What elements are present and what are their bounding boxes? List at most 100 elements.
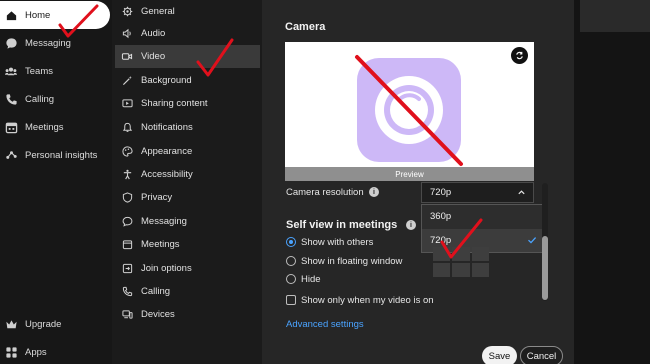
bell-icon bbox=[121, 122, 133, 134]
radio-label: Hide bbox=[301, 273, 321, 285]
nav-item-label: Meetings bbox=[25, 121, 64, 133]
category-label: Messaging bbox=[141, 216, 187, 227]
home-icon bbox=[4, 8, 18, 22]
nav-item-personal-insights[interactable]: Personal insights bbox=[0, 141, 110, 169]
speaker-icon bbox=[121, 28, 133, 40]
right-pane-header bbox=[580, 0, 650, 32]
category-label: Meetings bbox=[141, 239, 180, 250]
category-video[interactable]: Video bbox=[115, 45, 260, 68]
category-meetings[interactable]: Meetings bbox=[115, 233, 260, 256]
preview-cross-out-mark bbox=[355, 55, 463, 166]
category-messaging[interactable]: Messaging bbox=[115, 210, 260, 233]
category-audio[interactable]: Audio bbox=[115, 22, 260, 45]
chevron-up-icon bbox=[517, 188, 526, 200]
option-label: 720p bbox=[430, 235, 452, 246]
phone-icon bbox=[121, 286, 133, 298]
nav-item-label: Home bbox=[25, 9, 51, 21]
scrollbar-thumb[interactable] bbox=[542, 236, 548, 300]
nav-item-label: Upgrade bbox=[25, 318, 62, 330]
resolution-option-360p[interactable]: 360p bbox=[422, 205, 547, 228]
category-label: Video bbox=[141, 51, 166, 62]
wand-icon bbox=[121, 75, 133, 87]
radio-button[interactable] bbox=[286, 256, 296, 266]
radio-hide[interactable]: Hide bbox=[286, 272, 321, 286]
nav-item-label: Teams bbox=[25, 65, 53, 77]
category-label: Join options bbox=[141, 263, 192, 274]
chat-icon bbox=[121, 216, 133, 228]
radio-label: Show in floating window bbox=[301, 255, 403, 267]
category-appearance[interactable]: Appearance bbox=[115, 140, 260, 163]
category-label: Background bbox=[141, 75, 192, 86]
devices-icon bbox=[121, 309, 133, 321]
camera-section-title: Camera bbox=[285, 21, 326, 33]
checkbox-label: Show only when my video is on bbox=[301, 294, 434, 306]
checkmark-icon bbox=[527, 235, 537, 248]
radio-show-in-floating-window[interactable]: Show in floating window bbox=[286, 254, 402, 268]
radio-button[interactable] bbox=[286, 274, 296, 284]
camera-resolution-label: Camera resolution bbox=[286, 187, 364, 198]
nav-item-label: Personal insights bbox=[25, 149, 98, 161]
shield-icon bbox=[121, 192, 133, 204]
flip-camera-button[interactable] bbox=[511, 47, 528, 64]
nav-item-upgrade[interactable]: Upgrade bbox=[0, 310, 110, 338]
category-join-options[interactable]: Join options bbox=[115, 257, 260, 280]
category-label: Notifications bbox=[141, 122, 193, 133]
category-label: Privacy bbox=[141, 192, 173, 203]
category-calling[interactable]: Calling bbox=[115, 280, 260, 303]
calendar-icon bbox=[4, 120, 18, 134]
nav-item-meetings[interactable]: Meetings bbox=[0, 113, 110, 141]
save-button[interactable]: Save bbox=[482, 346, 517, 364]
nav-item-messaging[interactable]: Messaging bbox=[0, 29, 110, 57]
self-view-title: Self view in meetings bbox=[286, 219, 398, 231]
camera-resolution-select[interactable]: 720p bbox=[421, 182, 534, 203]
camera-preview: Preview bbox=[285, 42, 534, 181]
nav-item-label: Messaging bbox=[25, 37, 71, 49]
nav-item-calling[interactable]: Calling bbox=[0, 85, 110, 113]
palette-icon bbox=[121, 146, 133, 158]
insights-icon bbox=[4, 148, 18, 162]
nav-item-home[interactable]: Home bbox=[0, 1, 110, 29]
option-label: 360p bbox=[430, 211, 452, 222]
checkbox[interactable] bbox=[286, 295, 296, 305]
radio-label: Show with others bbox=[301, 236, 374, 248]
radio-show-with-others[interactable]: Show with others bbox=[286, 235, 373, 249]
category-privacy[interactable]: Privacy bbox=[115, 186, 260, 209]
advanced-settings-link[interactable]: Advanced settings bbox=[286, 319, 364, 330]
category-label: General bbox=[141, 6, 175, 17]
gear-icon bbox=[121, 6, 133, 18]
category-accessibility[interactable]: Accessibility bbox=[115, 163, 260, 186]
flip-camera-icon bbox=[516, 51, 523, 60]
info-icon[interactable]: i bbox=[406, 220, 416, 230]
category-label: Calling bbox=[141, 286, 171, 297]
chat-icon bbox=[4, 36, 18, 50]
video-icon bbox=[121, 51, 133, 63]
nav-item-label: Calling bbox=[25, 93, 55, 105]
category-notifications[interactable]: Notifications bbox=[115, 116, 260, 139]
phone-icon bbox=[4, 92, 18, 106]
category-background[interactable]: Background bbox=[115, 69, 260, 92]
selected-resolution: 720p bbox=[430, 187, 452, 198]
cancel-button[interactable]: Cancel bbox=[520, 346, 563, 364]
nav-item-apps[interactable]: Apps bbox=[0, 338, 110, 364]
category-label: Sharing content bbox=[141, 98, 208, 109]
calendar-icon bbox=[121, 239, 133, 251]
accessibility-icon bbox=[121, 169, 133, 181]
apps-icon bbox=[4, 345, 18, 359]
preview-label: Preview bbox=[285, 167, 534, 181]
resolution-dropdown-menu: 360p 720p bbox=[421, 204, 548, 253]
category-label: Accessibility bbox=[141, 169, 193, 180]
category-sharing-content[interactable]: Sharing content bbox=[115, 92, 260, 115]
join-icon bbox=[121, 263, 133, 275]
info-icon[interactable]: i bbox=[369, 187, 379, 197]
right-pane bbox=[574, 0, 650, 364]
teams-icon bbox=[4, 64, 18, 78]
self-view-layout-illustration bbox=[433, 247, 489, 277]
crown-icon bbox=[4, 317, 18, 331]
category-general[interactable]: General bbox=[115, 0, 260, 23]
category-label: Devices bbox=[141, 309, 175, 320]
radio-button-selected[interactable] bbox=[286, 237, 296, 247]
nav-item-teams[interactable]: Teams bbox=[0, 57, 110, 85]
category-devices[interactable]: Devices bbox=[115, 303, 260, 326]
show-only-when-video-on-checkbox[interactable]: Show only when my video is on bbox=[286, 293, 434, 307]
nav-item-label: Apps bbox=[25, 346, 47, 358]
